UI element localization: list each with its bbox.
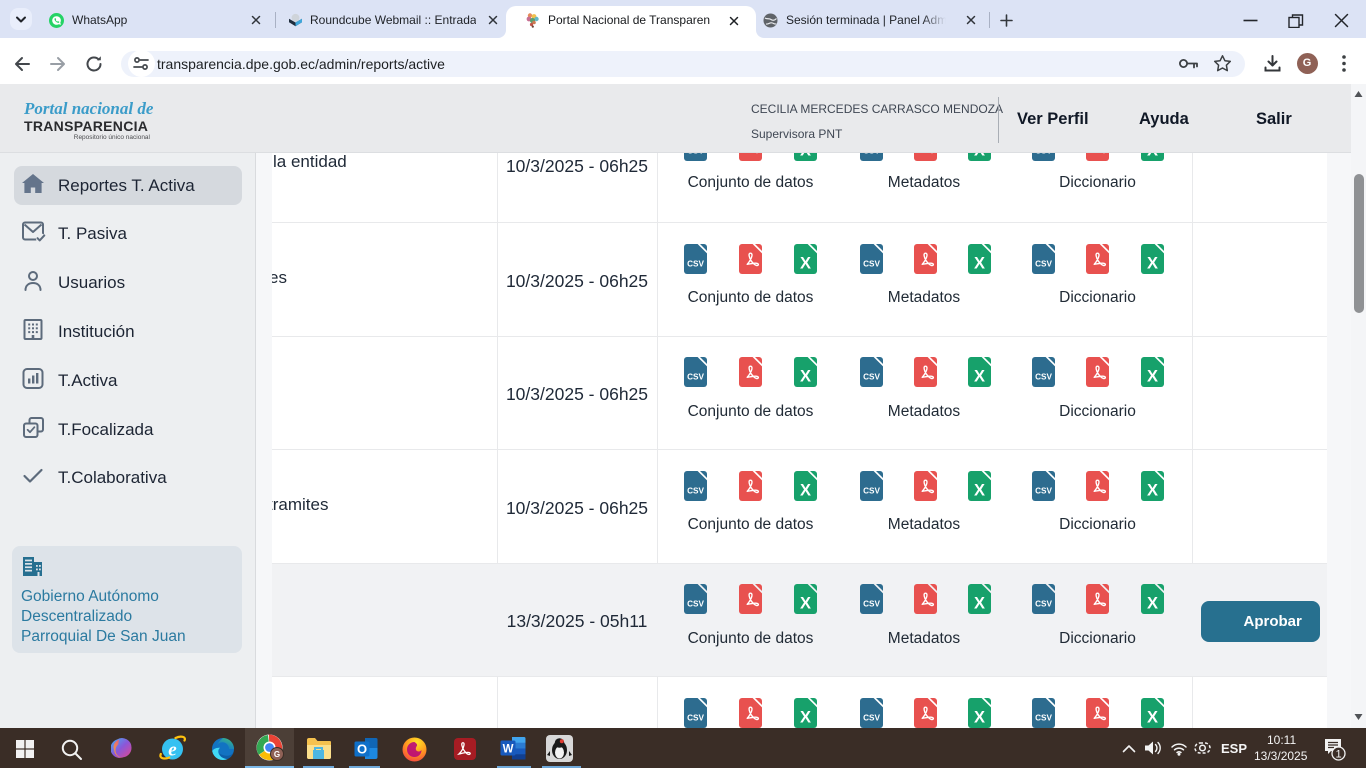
svg-text:X: X — [800, 481, 811, 499]
svg-text:CSV: CSV — [687, 259, 704, 268]
svg-text:X: X — [974, 595, 985, 613]
svg-text:X: X — [974, 368, 985, 386]
svg-text:CSV: CSV — [687, 373, 704, 382]
svg-text:X: X — [800, 708, 811, 726]
svg-text:CSV: CSV — [863, 600, 880, 609]
svg-text:X: X — [800, 595, 811, 613]
svg-text:CSV: CSV — [863, 486, 880, 495]
svg-text:CSV: CSV — [687, 713, 704, 722]
svg-text:CSV: CSV — [1035, 600, 1052, 609]
svg-text:X: X — [800, 368, 811, 386]
svg-text:X: X — [1147, 708, 1158, 726]
svg-text:O: O — [357, 742, 367, 757]
svg-text:CSV: CSV — [863, 713, 880, 722]
svg-text:CSV: CSV — [687, 600, 704, 609]
svg-text:CSV: CSV — [1035, 259, 1052, 268]
svg-text:X: X — [974, 254, 985, 272]
svg-text:X: X — [1147, 254, 1158, 272]
svg-text:X: X — [974, 481, 985, 499]
svg-text:X: X — [1147, 595, 1158, 613]
svg-text:CSV: CSV — [863, 259, 880, 268]
svg-text:CSV: CSV — [1035, 373, 1052, 382]
svg-text:1: 1 — [1335, 749, 1341, 761]
svg-text:X: X — [974, 708, 985, 726]
svg-text:CSV: CSV — [1035, 486, 1052, 495]
svg-text:CSV: CSV — [687, 486, 704, 495]
svg-text:W: W — [503, 744, 514, 756]
svg-text:X: X — [800, 254, 811, 272]
svg-text:CSV: CSV — [1035, 713, 1052, 722]
svg-text:CSV: CSV — [863, 373, 880, 382]
svg-text:X: X — [1147, 368, 1158, 386]
svg-text:X: X — [1147, 481, 1158, 499]
